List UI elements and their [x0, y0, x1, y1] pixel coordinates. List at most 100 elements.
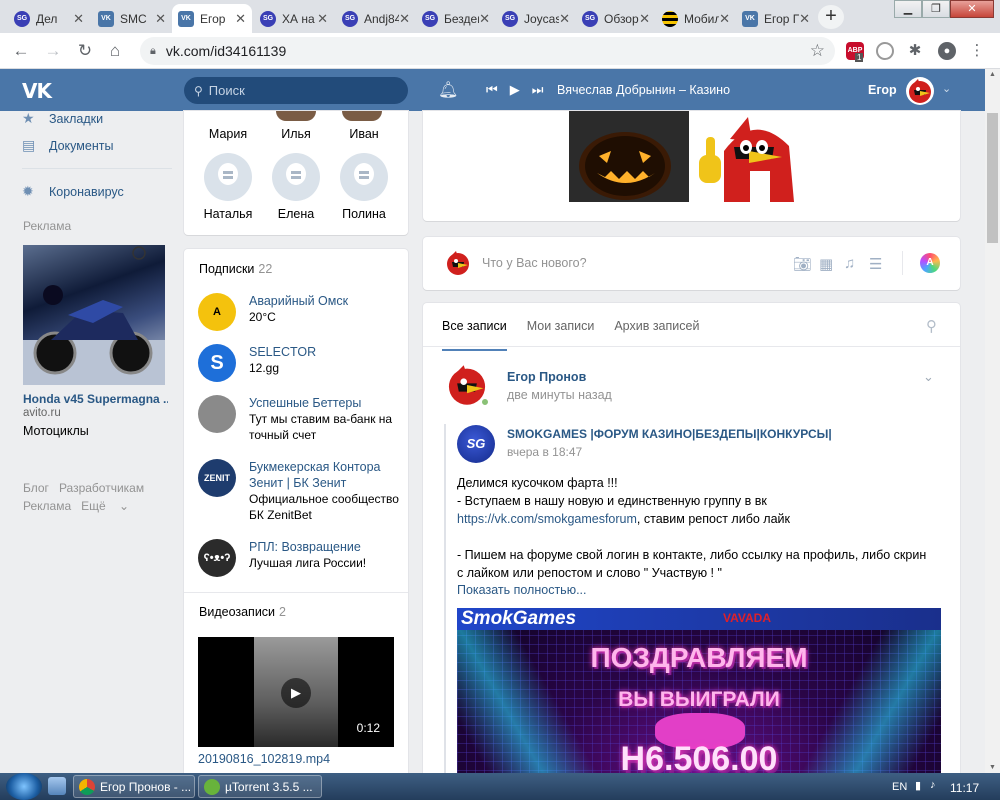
- friend-item[interactable]: Елена: [266, 153, 326, 221]
- globe-extension-icon[interactable]: [876, 42, 894, 60]
- close-icon[interactable]: ✕: [799, 11, 810, 27]
- chevron-down-icon[interactable]: ⌄: [942, 82, 951, 95]
- friend-item[interactable]: Полина: [334, 153, 394, 221]
- video-icon[interactable]: ▦: [819, 255, 833, 273]
- footer-link-more[interactable]: Ещё ⌄: [81, 499, 129, 513]
- play-icon[interactable]: ▶: [281, 678, 311, 708]
- profile-avatar[interactable]: [906, 77, 934, 105]
- browser-tab[interactable]: SGAndj845✕: [336, 4, 416, 33]
- vk-stories-icon[interactable]: A: [920, 253, 940, 273]
- browser-tab[interactable]: SGJoycasino✕: [496, 4, 576, 33]
- videos-header[interactable]: Видеозаписи 2: [199, 605, 286, 619]
- subscription-item[interactable]: ZENIT Букмекерская Контора Зенит | БК Зе…: [198, 459, 408, 523]
- show-more-link[interactable]: Показать полностью...: [457, 583, 587, 597]
- post-link[interactable]: https://vk.com/smokgamesforum: [457, 512, 637, 526]
- post-author-name[interactable]: Егор Пронов: [507, 370, 586, 384]
- taskbar-item-utorrent[interactable]: µTorrent 3.5.5 ...: [198, 775, 322, 798]
- composer-input[interactable]: Что у Вас нового?: [482, 256, 587, 270]
- back-icon[interactable]: ←: [10, 40, 32, 62]
- close-icon[interactable]: ✕: [235, 11, 246, 27]
- notifications-bell-icon[interactable]: 🔔︎: [438, 80, 458, 100]
- lock-icon[interactable]: 🔒︎: [150, 45, 156, 58]
- subscription-item[interactable]: S SELECTOR 12.gg: [198, 344, 408, 382]
- page-scrollbar[interactable]: ▲ ▼: [985, 69, 1000, 773]
- camera-icon[interactable]: 📷︎: [793, 255, 812, 273]
- friend-item[interactable]: Наталья: [198, 153, 258, 221]
- footer-link-ads[interactable]: Реклама: [23, 499, 71, 513]
- sidebar-item-coronavirus[interactable]: ✹ Коронавирус: [22, 178, 172, 205]
- address-bar[interactable]: 🔒︎ vk.com/id34161139 ☆: [140, 37, 835, 65]
- sidebar-item-documents[interactable]: ▤ Документы: [22, 132, 172, 159]
- repost-group-name[interactable]: SMOKGAMES |ФОРУМ КАЗИНО|БЕЗДЕПЫ|КОНКУРСЫ…: [507, 427, 832, 441]
- forward-icon[interactable]: →: [42, 40, 64, 62]
- post-image[interactable]: SmokGames VAVADA ПОЗДРАВЛЯЕМ ВЫ ВЫИГРАЛИ…: [457, 608, 941, 774]
- scroll-down-icon[interactable]: ▼: [985, 764, 1000, 771]
- reload-icon[interactable]: ↻: [74, 40, 96, 62]
- subscription-item[interactable]: ʕ•ᴥ•ʔ РПЛ: Возвращение Лучшая лига России…: [198, 539, 408, 577]
- close-window-button[interactable]: ✕: [950, 0, 994, 18]
- network-icon[interactable]: ▮: [915, 779, 921, 792]
- article-icon[interactable]: ☰: [869, 255, 882, 273]
- ad-title[interactable]: Honda v45 Supermagna ...: [23, 392, 168, 406]
- minimize-button[interactable]: ▁: [894, 0, 922, 18]
- start-button[interactable]: [6, 773, 42, 800]
- now-playing-track[interactable]: Вячеслав Добрынин – Казино: [557, 83, 730, 97]
- next-track-icon[interactable]: ⏭: [532, 82, 544, 98]
- friend-item[interactable]: Иван: [334, 127, 394, 141]
- account-icon[interactable]: ●: [938, 42, 956, 60]
- friend-item[interactable]: Мария: [198, 127, 258, 141]
- close-icon[interactable]: ✕: [719, 11, 730, 27]
- photo-thumbnail[interactable]: [569, 111, 689, 202]
- browser-tab[interactable]: Мобилн✕: [656, 4, 736, 33]
- search-icon[interactable]: ⚲: [926, 317, 937, 335]
- photo-thumbnail[interactable]: [694, 111, 814, 202]
- close-icon[interactable]: ✕: [639, 11, 650, 27]
- subscription-item[interactable]: Успешные Беттеры Тут мы ставим ва-банк на…: [198, 395, 408, 443]
- footer-link-blog[interactable]: Блог: [23, 481, 49, 495]
- subscriptions-header[interactable]: Подписки 22: [199, 262, 272, 276]
- browser-tab[interactable]: SGБездеп✕: [416, 4, 496, 33]
- music-icon[interactable]: ♫: [844, 255, 855, 272]
- close-icon[interactable]: ✕: [73, 11, 84, 27]
- video-thumbnail[interactable]: ▶ 0:12: [198, 637, 394, 747]
- menu-kebab-icon[interactable]: ⋮: [968, 42, 986, 60]
- browser-tab-active[interactable]: VK Егор ✕: [172, 4, 252, 33]
- sidebar-item-bookmarks[interactable]: ★ Закладки: [22, 105, 172, 132]
- language-indicator[interactable]: EN: [892, 781, 907, 793]
- extensions-puzzle-icon[interactable]: ✱: [906, 42, 924, 60]
- chevron-down-icon[interactable]: ⌄: [923, 369, 934, 385]
- bookmark-star-icon[interactable]: ☆: [810, 41, 825, 61]
- group-avatar[interactable]: SG: [457, 425, 495, 463]
- home-icon[interactable]: ⌂: [104, 40, 126, 62]
- close-icon[interactable]: ✕: [399, 11, 410, 27]
- close-icon[interactable]: ✕: [479, 11, 490, 27]
- close-icon[interactable]: ✕: [559, 11, 570, 27]
- scroll-up-icon[interactable]: ▲: [985, 71, 1000, 78]
- browser-tab[interactable]: VK SMC ✕: [92, 4, 172, 33]
- volume-icon[interactable]: ♪: [930, 779, 936, 791]
- vk-logo[interactable]: VK: [22, 79, 52, 103]
- taskbar-item-chrome[interactable]: Егор Пронов - ...: [73, 775, 195, 798]
- friend-item[interactable]: Илья: [266, 127, 326, 141]
- search-input[interactable]: ⚲ Поиск: [184, 77, 408, 104]
- play-icon[interactable]: ▶: [510, 82, 520, 98]
- new-tab-button[interactable]: +: [818, 5, 844, 29]
- ad-image[interactable]: [23, 245, 165, 385]
- subscription-item[interactable]: А Аварийный Омск 20°С: [198, 293, 408, 331]
- footer-link-developers[interactable]: Разработчикам: [59, 481, 144, 495]
- browser-tab[interactable]: SG Обзор ✕: [576, 4, 656, 33]
- maximize-button[interactable]: ❐: [922, 0, 950, 18]
- browser-tab[interactable]: VKЕгор Пр✕: [736, 4, 816, 33]
- post-time[interactable]: две минуты назад: [507, 388, 612, 402]
- profile-name[interactable]: Егор: [868, 83, 897, 97]
- close-icon[interactable]: ✕: [155, 11, 166, 27]
- browser-tab[interactable]: SG Дел ✕: [8, 4, 90, 33]
- repost-time[interactable]: вчера в 18:47: [507, 445, 582, 459]
- show-desktop-icon[interactable]: [48, 777, 66, 795]
- video-title[interactable]: 20190816_102819.mp4: [198, 752, 330, 766]
- clock[interactable]: 11:17: [950, 781, 979, 795]
- previous-track-icon[interactable]: ⏮: [486, 82, 498, 98]
- close-icon[interactable]: ✕: [317, 11, 328, 27]
- browser-tab[interactable]: SGХА на С✕: [254, 4, 334, 33]
- scrollbar-thumb[interactable]: [987, 113, 998, 243]
